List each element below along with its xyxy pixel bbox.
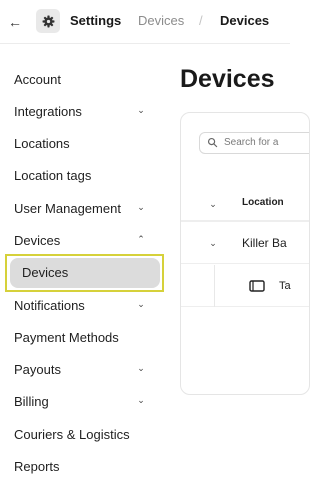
sidebar-item-notifications[interactable]: Notifications ⌄ (0, 291, 165, 319)
breadcrumb-separator: / (199, 13, 203, 28)
chevron-down-icon: ⌄ (137, 395, 145, 405)
location-group-name: Killer Ba (242, 236, 287, 250)
sidebar-item-label: Devices (22, 265, 69, 280)
breadcrumb-current: Devices (220, 13, 270, 28)
sidebar-item-reports[interactable]: Reports (0, 452, 165, 480)
sidebar-item-label: Devices (14, 233, 61, 248)
page-title: Devices (180, 65, 275, 93)
sidebar-item-label: Locations (14, 136, 70, 151)
sidebar-item-label: Notifications (14, 298, 85, 313)
chevron-down-icon[interactable]: ⌄ (208, 199, 218, 209)
table-row[interactable]: ⌄ Killer Ba (181, 224, 309, 264)
devices-panel: Search for a ⌄ Location ⌄ Killer Ba Ta (180, 112, 310, 395)
sidebar-item-account[interactable]: Account (0, 65, 165, 93)
chevron-down-icon: ⌄ (137, 363, 145, 373)
table-row[interactable]: Ta (181, 265, 309, 307)
breadcrumb-settings[interactable]: Settings (70, 13, 121, 29)
chevron-down-icon: ⌄ (137, 105, 145, 115)
sidebar-item-label: Billing (14, 394, 49, 409)
sidebar-item-couriers-logistics[interactable]: Couriers & Logistics (0, 420, 165, 448)
arrow-left-icon[interactable]: ← (8, 12, 22, 32)
gear-icon[interactable] (36, 9, 60, 33)
chevron-down-icon: ⌄ (137, 299, 145, 309)
device-name: Ta (279, 280, 291, 292)
table-header-row: ⌄ Location (181, 186, 309, 222)
tablet-icon (249, 280, 265, 292)
sidebar-item-label: Integrations (14, 104, 82, 119)
sidebar-item-location-tags[interactable]: Location tags (0, 161, 165, 189)
sidebar-item-billing[interactable]: Billing ⌄ (0, 387, 165, 415)
highlight-box: Devices (5, 254, 164, 292)
top-bar: ← Settings Devices / Devices (0, 0, 290, 44)
sidebar-item-label: Reports (14, 459, 60, 474)
sidebar-item-payment-methods[interactable]: Payment Methods (0, 323, 165, 351)
sidebar-item-devices-sub[interactable]: Devices (10, 258, 160, 288)
row-divider (214, 265, 215, 307)
sidebar-item-user-management[interactable]: User Management ⌄ (0, 194, 165, 222)
chevron-down-icon: ⌄ (137, 202, 145, 212)
sidebar-item-label: Couriers & Logistics (14, 427, 130, 442)
chevron-down-icon[interactable]: ⌄ (208, 238, 218, 248)
column-header-location[interactable]: Location (242, 196, 284, 210)
search-placeholder: Search for a (224, 137, 279, 148)
sidebar-item-locations[interactable]: Locations (0, 129, 165, 157)
sidebar-item-integrations[interactable]: Integrations ⌄ (0, 97, 165, 125)
breadcrumb-devices[interactable]: Devices (138, 13, 184, 29)
sidebar-item-label: User Management (14, 201, 121, 216)
search-icon (207, 137, 218, 148)
chevron-up-icon: ⌃ (137, 234, 145, 244)
sidebar-item-label: Account (14, 72, 61, 87)
search-input[interactable]: Search for a (199, 132, 309, 154)
sidebar-item-label: Payouts (14, 362, 61, 377)
sidebar-item-label: Payment Methods (14, 330, 119, 345)
sidebar-item-devices[interactable]: Devices ⌃ (0, 226, 165, 254)
sidebar-item-payouts[interactable]: Payouts ⌄ (0, 355, 165, 383)
sidebar-item-label: Location tags (14, 168, 92, 183)
